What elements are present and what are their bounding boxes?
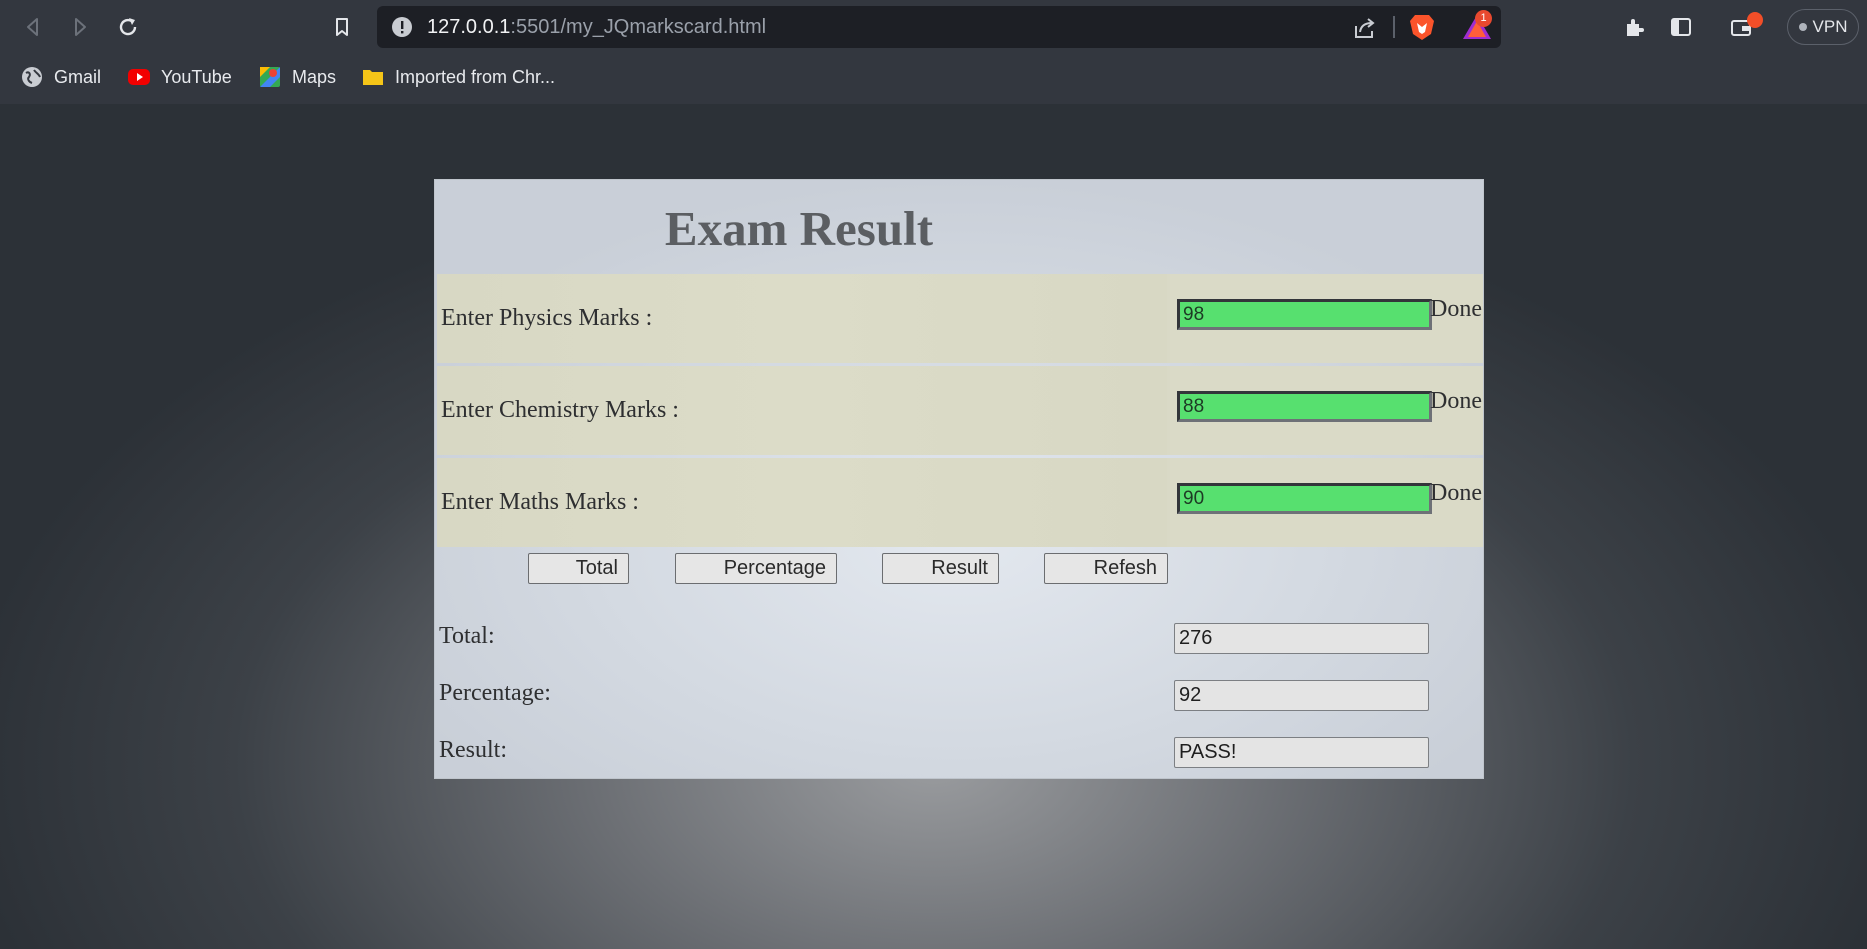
chemistry-status: Done — [1430, 388, 1482, 414]
vpn-status-dot — [1798, 23, 1807, 31]
bookmark-label: Gmail — [54, 66, 102, 87]
browser-toolbar: 127.0.0.1:5501/my_JQmarkscard.html 1 VPN — [0, 0, 1867, 55]
page-viewport: Exam Result Enter Physics Marks : 98 Don… — [0, 104, 1867, 949]
url-path: :5501/my_JQmarkscard.html — [510, 16, 767, 38]
bookmark-label: YouTube — [161, 66, 232, 87]
youtube-icon — [127, 65, 151, 89]
maths-label: Enter Maths Marks : — [441, 489, 639, 515]
bookmark-gmail[interactable]: Gmail — [20, 61, 101, 93]
bookmark-maps[interactable]: Maps — [258, 61, 336, 93]
maps-icon — [258, 65, 282, 89]
maths-row: Enter Maths Marks : 90 Done — [437, 458, 1483, 547]
vpn-label: VPN — [1812, 17, 1848, 36]
brave-shields-icon[interactable] — [1407, 12, 1437, 42]
percentage-button[interactable]: Percentage — [675, 553, 837, 584]
back-icon[interactable] — [16, 10, 50, 44]
rewards-badge: 1 — [1475, 10, 1492, 27]
share-icon[interactable] — [1351, 14, 1379, 42]
percentage-label: Percentage: — [439, 680, 551, 706]
maths-status: Done — [1430, 480, 1482, 506]
bookmark-folder-imported[interactable]: Imported from Chr... — [361, 61, 555, 93]
url-host: 127.0.0.1 — [427, 16, 511, 38]
url-text[interactable]: 127.0.0.1:5501/my_JQmarkscard.html — [427, 16, 766, 39]
total-label: Total: — [439, 623, 495, 649]
bookmarks-bar: Gmail YouTube Maps Imported from Chr... — [0, 57, 1867, 97]
bookmark-youtube[interactable]: YouTube — [127, 61, 232, 93]
address-bar[interactable]: 127.0.0.1:5501/my_JQmarkscard.html 1 — [377, 6, 1501, 48]
physics-row: Enter Physics Marks : 98 Done — [437, 274, 1483, 363]
reload-icon[interactable] — [111, 10, 145, 44]
chemistry-marks-input[interactable]: 88 — [1177, 391, 1432, 422]
chemistry-label: Enter Chemistry Marks : — [441, 397, 679, 423]
exam-result-form: Exam Result Enter Physics Marks : 98 Don… — [434, 179, 1484, 779]
vpn-button[interactable]: VPN — [1787, 9, 1859, 45]
total-output[interactable]: 276 — [1174, 623, 1429, 654]
bookmark-icon[interactable] — [325, 10, 359, 44]
address-separator — [1393, 16, 1395, 38]
globe-icon — [20, 65, 44, 89]
refresh-button[interactable]: Refesh — [1044, 553, 1168, 584]
result-button[interactable]: Result — [882, 553, 999, 584]
total-button[interactable]: Total — [528, 553, 629, 584]
result-label: Result: — [439, 737, 508, 763]
physics-status: Done — [1430, 296, 1482, 322]
sidebar-icon[interactable] — [1664, 10, 1698, 44]
maths-marks-input[interactable]: 90 — [1177, 483, 1432, 514]
bookmark-label: Imported from Chr... — [395, 66, 556, 87]
forward-icon[interactable] — [63, 10, 97, 44]
physics-label: Enter Physics Marks : — [441, 305, 653, 331]
folder-icon — [361, 65, 385, 89]
wallet-notification-badge — [1747, 12, 1763, 28]
browser-chrome: 127.0.0.1:5501/my_JQmarkscard.html 1 VPN… — [0, 0, 1867, 104]
chemistry-row: Enter Chemistry Marks : 88 Done — [437, 366, 1483, 455]
result-output[interactable]: PASS! — [1174, 737, 1429, 768]
site-info-icon[interactable] — [391, 16, 413, 38]
extensions-icon[interactable] — [1617, 10, 1651, 44]
percentage-output[interactable]: 92 — [1174, 680, 1429, 711]
bookmark-label: Maps — [292, 66, 337, 87]
page-title: Exam Result — [664, 201, 934, 256]
physics-marks-input[interactable]: 98 — [1177, 299, 1432, 330]
